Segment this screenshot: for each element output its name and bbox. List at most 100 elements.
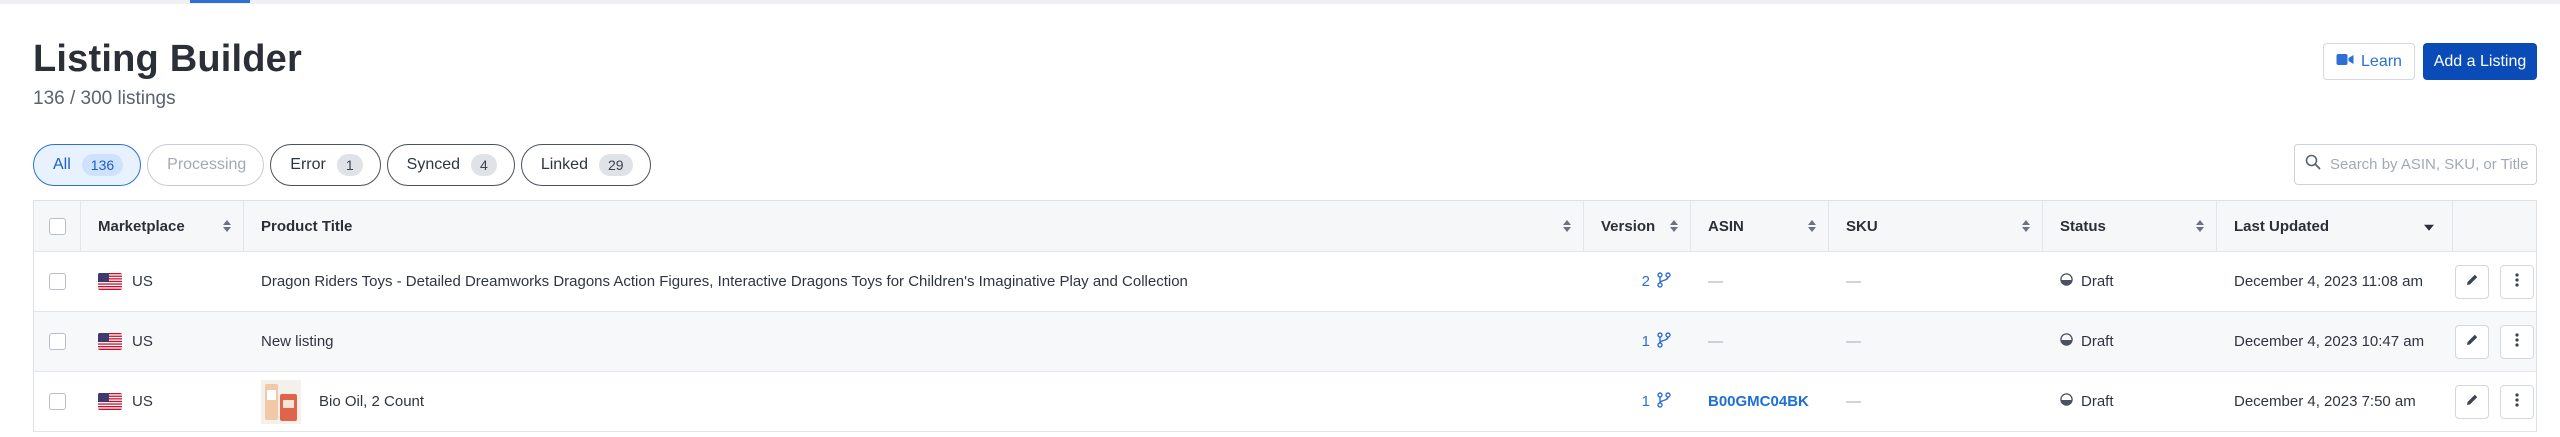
- header-status-label: Status: [2060, 217, 2106, 235]
- product-title[interactable]: Bio Oil, 2 Count: [319, 393, 424, 410]
- updated-cell: December 4, 2023 10:47 am: [2217, 312, 2453, 371]
- filter-linked[interactable]: Linked 29: [520, 144, 651, 186]
- us-flag-icon: [98, 393, 122, 410]
- header-product-title[interactable]: Product Title: [244, 201, 1584, 251]
- filter-count: 4: [471, 154, 497, 176]
- kebab-menu-icon: [2515, 332, 2519, 351]
- sort-icon: [1670, 220, 1678, 232]
- status-cell: Draft: [2043, 312, 2217, 371]
- version-cell: 2: [1584, 252, 1691, 311]
- table-row: US Dragon Riders Toys - Detailed Dreamwo…: [34, 252, 2536, 312]
- product-title-cell: Dragon Riders Toys - Detailed Dreamworks…: [244, 252, 1584, 311]
- sort-icon: [223, 220, 231, 232]
- header-marketplace-label: Marketplace: [98, 217, 185, 235]
- sku-value: —: [1846, 393, 1861, 410]
- sku-cell: —: [1829, 372, 2043, 431]
- row-select-cell: [34, 252, 81, 311]
- draft-status-icon: [2060, 333, 2073, 350]
- more-options-button[interactable]: [2500, 324, 2534, 359]
- product-title-cell: Bio Oil, 2 Count: [244, 372, 1584, 431]
- edit-button[interactable]: [2455, 384, 2489, 419]
- version-number: 1: [1641, 333, 1650, 350]
- status-filter-bar: All 136 Processing Error 1 Synced 4 Link…: [33, 144, 651, 186]
- sort-icon: [2196, 220, 2204, 232]
- asin-value: —: [1708, 333, 1723, 350]
- search-icon: [2305, 154, 2321, 175]
- more-options-button[interactable]: [2500, 384, 2534, 419]
- header-version[interactable]: Version: [1584, 201, 1691, 251]
- filter-label: All: [53, 156, 71, 173]
- version-link[interactable]: 1: [1584, 331, 1691, 352]
- search-input[interactable]: [2330, 156, 2530, 173]
- asin-value: —: [1708, 273, 1723, 290]
- listing-count: 136 / 300 listings: [33, 88, 176, 109]
- learn-label: Learn: [2361, 52, 2402, 70]
- product-title[interactable]: New listing: [261, 333, 334, 350]
- version-link[interactable]: 2: [1584, 271, 1691, 292]
- filter-error[interactable]: Error 1: [270, 144, 381, 186]
- kebab-menu-icon: [2515, 392, 2519, 411]
- filter-count: 29: [598, 154, 633, 176]
- asin-cell: —: [1691, 252, 1829, 311]
- more-options-button[interactable]: [2500, 264, 2534, 299]
- status-label: Draft: [2081, 273, 2114, 290]
- sort-icon: [1563, 220, 1571, 232]
- header-status[interactable]: Status: [2043, 201, 2217, 251]
- sort-icon: [2022, 220, 2030, 232]
- sku-cell: —: [1829, 252, 2043, 311]
- marketplace-label: US: [132, 393, 153, 410]
- learn-button[interactable]: Learn: [2323, 43, 2415, 80]
- version-cell: 1: [1584, 372, 1691, 431]
- select-all-checkbox[interactable]: [48, 217, 66, 235]
- search-box[interactable]: [2294, 144, 2537, 185]
- filter-label: Error: [290, 156, 326, 173]
- asin-cell: —: [1691, 312, 1829, 371]
- marketplace-cell: US: [81, 372, 244, 431]
- filter-processing[interactable]: Processing: [147, 144, 265, 186]
- updated-cell: December 4, 2023 11:08 am: [2217, 252, 2453, 311]
- status-label: Draft: [2081, 333, 2114, 350]
- edit-button[interactable]: [2455, 324, 2489, 359]
- header-updated-label: Last Updated: [2234, 217, 2330, 235]
- header-asin[interactable]: ASIN: [1691, 201, 1829, 251]
- version-link[interactable]: 1: [1584, 391, 1691, 412]
- filter-synced[interactable]: Synced 4: [386, 144, 515, 186]
- table-header: Marketplace Product Title Version ASIN S…: [34, 201, 2536, 252]
- actions-cell: [2453, 312, 2536, 371]
- header-last-updated[interactable]: Last Updated: [2217, 201, 2453, 251]
- asin-link[interactable]: B00GMC04BK: [1708, 393, 1809, 410]
- edit-button[interactable]: [2455, 264, 2489, 299]
- product-thumbnail: [261, 379, 301, 424]
- version-number: 1: [1641, 393, 1650, 410]
- pencil-icon: [2465, 273, 2479, 291]
- product-title[interactable]: Dragon Riders Toys - Detailed Dreamworks…: [261, 273, 1188, 290]
- sku-value: —: [1846, 273, 1861, 290]
- table-row: US Bio Oil, 2 Count 1 B00GMC04BK — Draft: [34, 372, 2536, 432]
- updated-value: December 4, 2023 10:47 am: [2234, 333, 2425, 350]
- pencil-icon: [2465, 333, 2479, 351]
- sort-icon: [1808, 220, 1816, 232]
- status-label: Draft: [2081, 393, 2114, 410]
- draft-status-icon: [2060, 393, 2073, 410]
- add-listing-button[interactable]: Add a Listing: [2423, 43, 2537, 80]
- sku-value: —: [1846, 333, 1861, 350]
- header-marketplace[interactable]: Marketplace: [81, 201, 244, 251]
- marketplace-cell: US: [81, 312, 244, 371]
- branch-icon: [1657, 391, 1671, 412]
- listings-table: Marketplace Product Title Version ASIN S…: [33, 200, 2537, 432]
- table-row: US New listing 1 — — Draft December 4, 2…: [34, 312, 2536, 372]
- filter-label: Synced: [406, 156, 461, 173]
- page-title: Listing Builder: [33, 38, 302, 80]
- filter-all[interactable]: All 136: [33, 144, 142, 186]
- asin-cell: B00GMC04BK: [1691, 372, 1829, 431]
- branch-icon: [1657, 331, 1671, 352]
- row-checkbox[interactable]: [49, 273, 66, 290]
- row-checkbox[interactable]: [49, 333, 66, 350]
- status-cell: Draft: [2043, 252, 2217, 311]
- header-sku[interactable]: SKU: [1829, 201, 2043, 251]
- marketplace-label: US: [132, 273, 153, 290]
- branch-icon: [1657, 271, 1671, 292]
- header-select-cell: [34, 201, 81, 251]
- row-checkbox[interactable]: [49, 393, 66, 410]
- filter-count: 1: [336, 154, 363, 176]
